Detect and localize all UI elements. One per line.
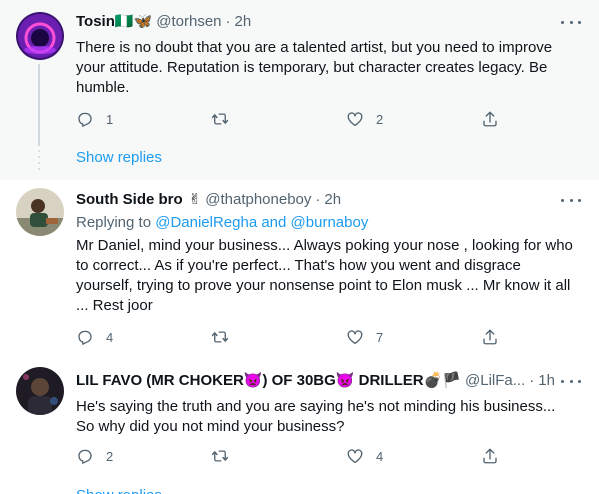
replying-to: Replying to @DanielRegha and @burnaboy (76, 213, 368, 233)
name-emoji: ✌ (188, 191, 202, 208)
share-icon (483, 329, 497, 345)
show-replies-link[interactable]: Show replies (76, 148, 162, 168)
share-icon (483, 448, 497, 464)
retweet-button[interactable] (211, 446, 241, 466)
tweet-actions: 2 4 (76, 446, 516, 466)
reply-count: 2 (106, 448, 114, 464)
mention-link[interactable]: @burnaboy (291, 214, 369, 231)
timestamp[interactable]: 1h (538, 371, 555, 391)
reply-icon (78, 112, 92, 127)
thread-line (38, 64, 40, 146)
reply-button[interactable]: 1 (76, 109, 113, 129)
mention-and: and (261, 214, 287, 231)
timestamp[interactable]: 2h (235, 12, 252, 32)
share-button[interactable] (481, 446, 499, 466)
reply-button[interactable]: 4 (76, 327, 113, 347)
like-icon (347, 449, 363, 464)
replying-to-label: Replying to (76, 214, 152, 231)
user-handle[interactable]: @LilFa... (465, 371, 525, 391)
tweet-actions: 4 7 (76, 327, 516, 347)
name-emoji: 🇳🇬🦋 (114, 13, 153, 30)
reply-icon (78, 449, 92, 464)
tweet-text: Mr Daniel, mind your business... Always … (76, 237, 573, 314)
retweet-icon (211, 450, 229, 462)
user-handle[interactable]: @thatphoneboy (205, 190, 311, 210)
thread-dots (38, 150, 40, 172)
avatar[interactable] (16, 12, 64, 60)
retweet-icon (211, 331, 229, 343)
tweet[interactable]: LIL FAVO (MR CHOKER👿) OF 30BG👿 DRILLER💣🏴… (0, 355, 599, 494)
mention-link[interactable]: @DanielRegha (155, 214, 257, 231)
retweet-button[interactable] (211, 109, 241, 129)
user-handle[interactable]: @torhsen (156, 12, 221, 32)
reply-count: 1 (106, 111, 114, 127)
retweet-icon (211, 113, 229, 125)
like-button[interactable]: 7 (346, 327, 383, 347)
share-button[interactable] (481, 109, 499, 129)
share-button[interactable] (481, 327, 499, 347)
like-button[interactable]: 2 (346, 109, 383, 129)
display-name[interactable]: Tosin (76, 12, 115, 32)
tweet-header: LIL FAVO (MR CHOKER👿) OF 30BG👿 DRILLER💣🏴… (76, 371, 555, 391)
tweet-actions: 1 2 (76, 109, 516, 129)
separator: · (315, 191, 321, 208)
tweet-header: South Side bro ✌ @thatphoneboy · 2h (76, 190, 341, 210)
like-count: 7 (376, 329, 384, 345)
share-icon (483, 111, 497, 127)
reply-button[interactable]: 2 (76, 446, 113, 466)
tweet-text: He's saying the truth and you are saying… (76, 398, 556, 435)
show-replies-link[interactable]: Show replies (76, 486, 162, 494)
tweet-header: Tosin 🇳🇬🦋 @torhsen · 2h (76, 12, 251, 32)
timestamp[interactable]: 2h (324, 190, 341, 210)
like-count: 2 (376, 111, 384, 127)
tweet-text: There is no doubt that you are a talente… (76, 39, 553, 96)
separator: · (529, 372, 535, 389)
more-icon[interactable] (561, 190, 581, 210)
separator: · (225, 13, 231, 30)
display-name[interactable]: South Side bro (76, 190, 183, 210)
more-icon[interactable] (561, 371, 581, 391)
like-button[interactable]: 4 (346, 446, 383, 466)
reply-icon (78, 330, 92, 345)
more-icon[interactable] (561, 12, 581, 32)
reply-count: 4 (106, 329, 114, 345)
retweet-button[interactable] (211, 327, 241, 347)
display-name[interactable]: LIL FAVO (MR CHOKER👿) OF 30BG👿 DRILLER💣🏴 (76, 371, 461, 391)
like-count: 4 (376, 448, 384, 464)
avatar[interactable] (16, 367, 64, 415)
like-icon (347, 330, 363, 345)
avatar[interactable] (16, 188, 64, 236)
tweet[interactable]: Tosin 🇳🇬🦋 @torhsen · 2h There is no doub… (0, 0, 599, 180)
like-icon (347, 112, 363, 127)
